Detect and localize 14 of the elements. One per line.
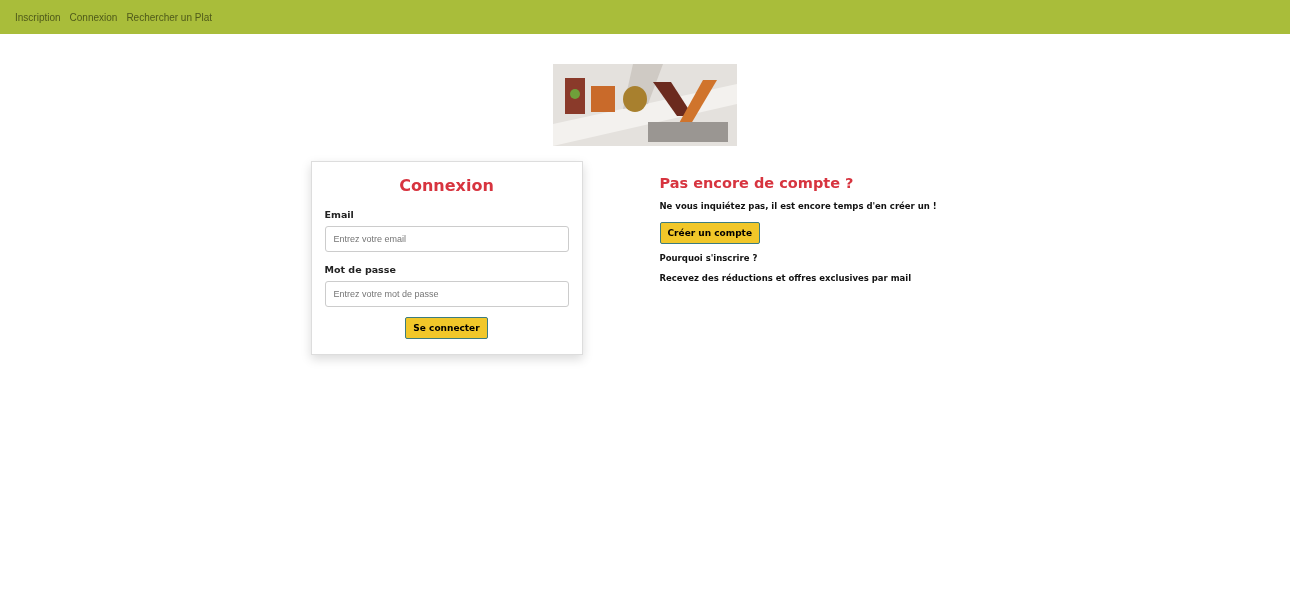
nav-link[interactable]: Rechercher un Plat — [126, 11, 212, 23]
login-button[interactable]: Se connecter — [405, 317, 488, 339]
input-field[interactable]: Entrez votre email — [324, 226, 569, 252]
create-account-button[interactable]: Créer un compte — [659, 222, 760, 244]
nav-link[interactable]: Connexion — [69, 11, 118, 23]
field-label: Mot de passe — [324, 264, 397, 275]
signup-title: Pas encore de compte ? — [659, 175, 855, 191]
question-text: Pourquoi s'inscrire ? — [659, 253, 759, 263]
field-label: Email — [324, 209, 355, 220]
nav-link[interactable]: Inscription — [15, 11, 61, 23]
answer-text: Recevez des réductions et offres exclusives par mail — [659, 273, 913, 283]
signup-text: Ne vous inquiétez pas, il est encore temps d'en créer un ! — [659, 201, 938, 211]
input-field[interactable]: Entrez votre mot de passe — [324, 281, 569, 307]
login-title: Connexion — [398, 176, 495, 195]
